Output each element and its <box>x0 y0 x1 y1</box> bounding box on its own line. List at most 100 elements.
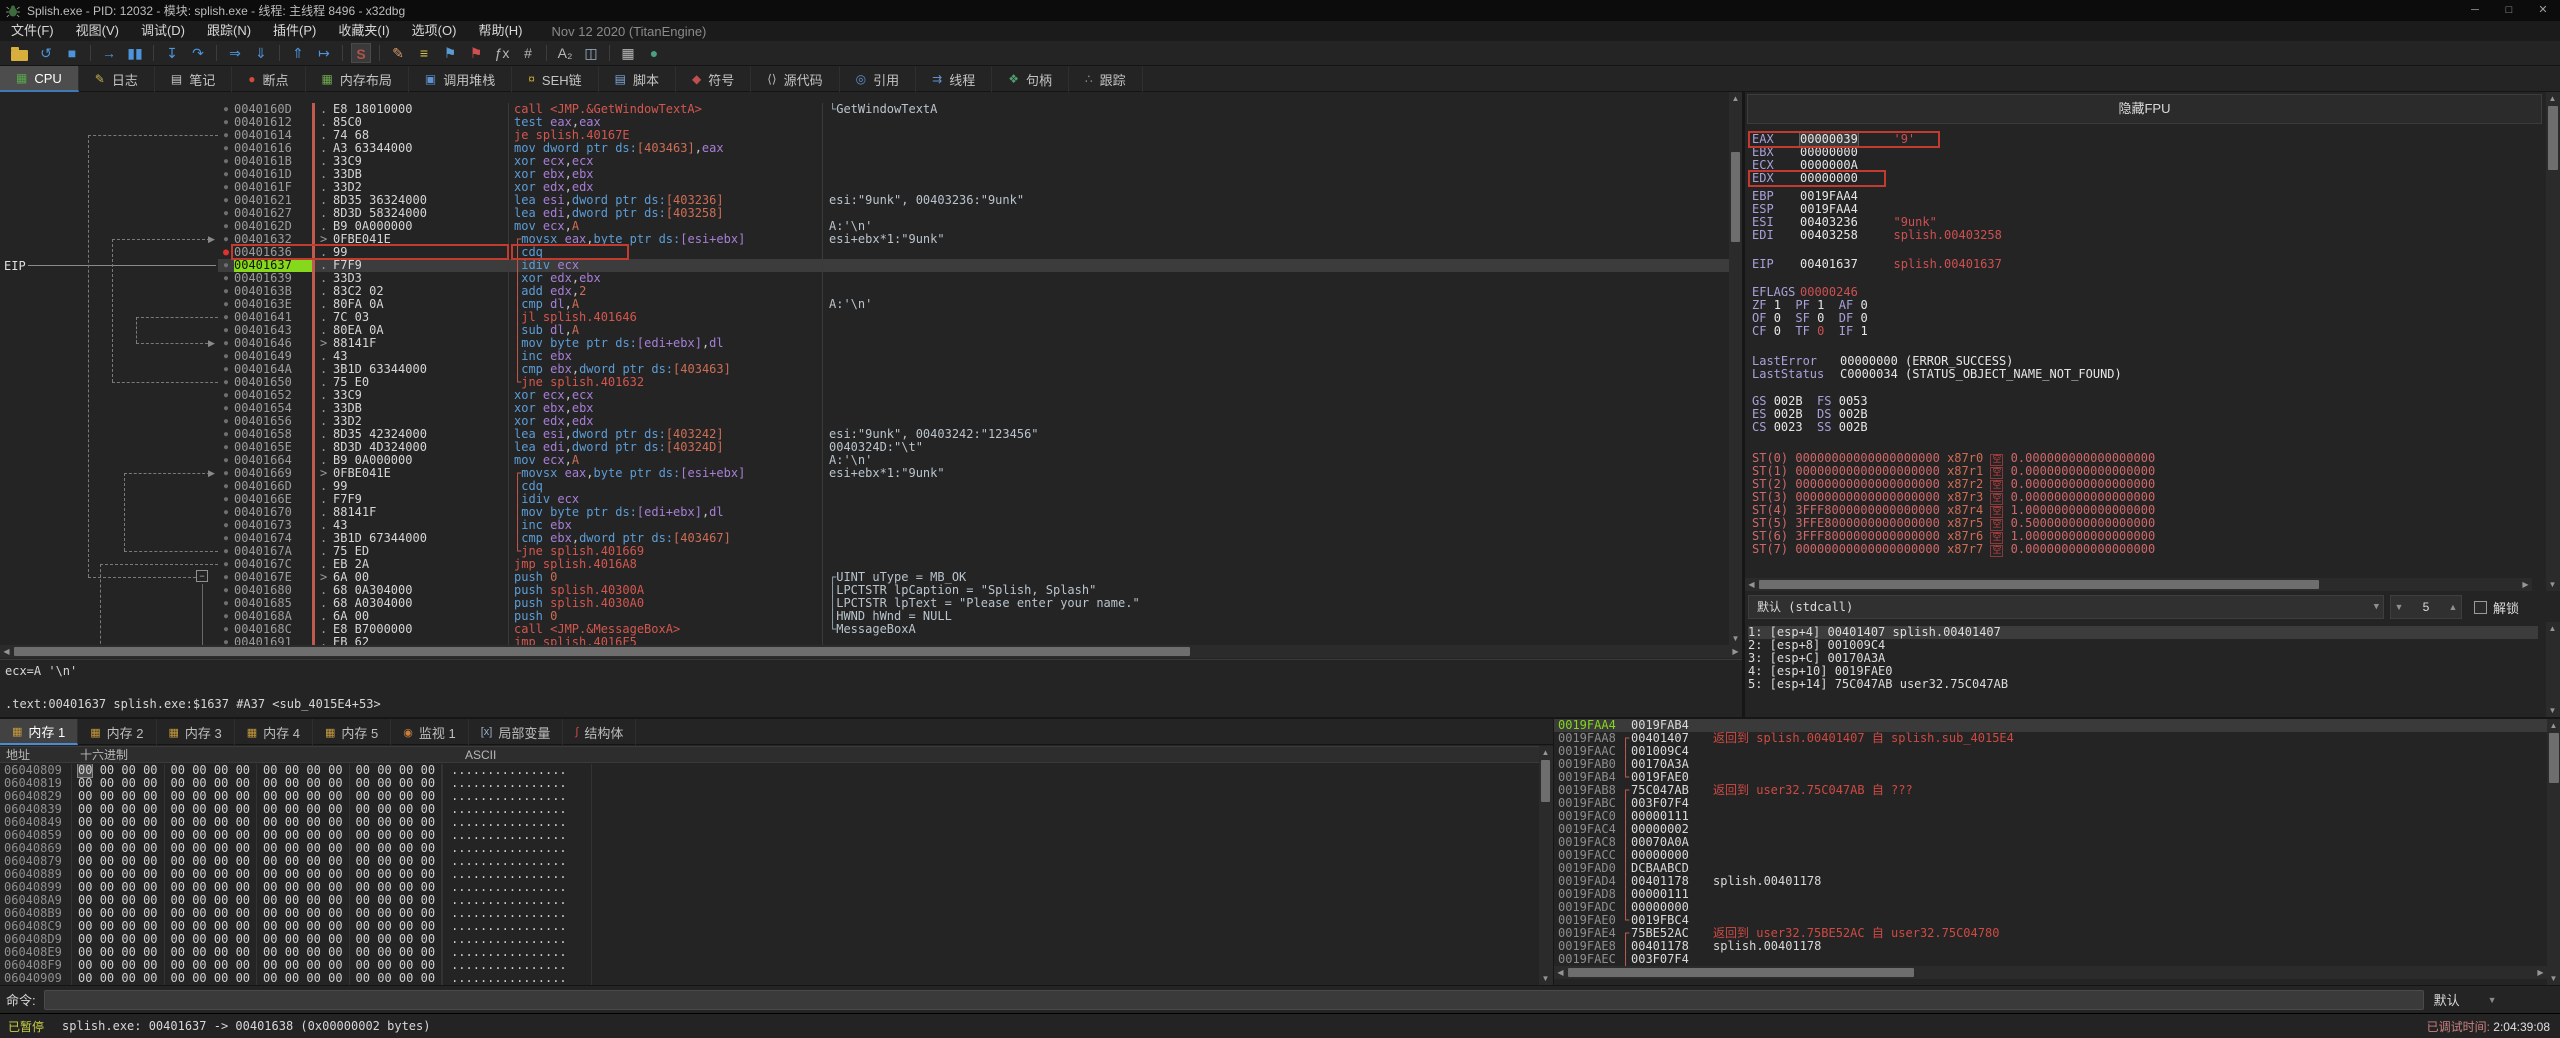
scroll-thumb[interactable] <box>1568 968 1914 977</box>
dump-byte[interactable]: 00 <box>143 841 157 855</box>
dump-byte[interactable]: 00 <box>421 880 435 894</box>
dump-byte[interactable]: 00 <box>121 854 135 868</box>
dump-byte[interactable]: 00 <box>236 919 250 933</box>
dump-byte[interactable]: 00 <box>399 841 413 855</box>
dump-byte[interactable]: 00 <box>121 828 135 842</box>
dump-byte[interactable]: 00 <box>192 815 206 829</box>
stack-row[interactable]: 0019FAA8┌00401407返回到 splish.00401407 自 s… <box>1554 732 2547 745</box>
patch-icon[interactable]: ✎ <box>385 43 411 63</box>
dump-byte[interactable]: 00 <box>306 789 320 803</box>
register-row[interactable]: EIP00401637 splish.00401637 <box>1752 258 2532 271</box>
bookmark-icon[interactable]: ⚑ <box>463 43 489 63</box>
disassembly-vscrollbar[interactable]: ▲ ▼ <box>1729 92 1742 645</box>
register-value[interactable]: 0019FAA4 <box>1800 202 1858 216</box>
disassembly-row[interactable]: ●0040167A.75 ED└jne splish.401669 <box>218 545 1742 558</box>
segment-row[interactable]: CS 0023 SS 002B <box>1752 421 2532 434</box>
dump-byte[interactable]: 00 <box>263 815 277 829</box>
dump-byte[interactable]: 00 <box>285 906 299 920</box>
dump-byte[interactable]: 00 <box>356 802 370 816</box>
dump-byte[interactable]: 00 <box>328 854 342 868</box>
row-dot[interactable]: ● <box>218 116 234 129</box>
register-value[interactable]: 0019FAA4 <box>1800 189 1858 203</box>
dump-byte[interactable]: 00 <box>377 971 391 985</box>
dump-byte[interactable]: 00 <box>78 802 92 816</box>
dump-byte[interactable]: 00 <box>100 971 114 985</box>
disassembly-row[interactable]: ●0040168C.E8 B7000000call <JMP.&MessageB… <box>218 623 1742 636</box>
scroll-right-button[interactable]: ▶ <box>2519 578 2532 591</box>
tab-内存布局[interactable]: ▦内存布局 <box>306 66 409 92</box>
scroll-up-button[interactable]: ▲ <box>2546 622 2559 635</box>
dump-byte[interactable]: 00 <box>171 880 185 894</box>
dump-byte[interactable]: 00 <box>377 776 391 790</box>
dump-byte[interactable]: 00 <box>328 880 342 894</box>
row-dot[interactable]: ● <box>218 415 234 428</box>
dump-byte[interactable]: 00 <box>421 893 435 907</box>
disassembly-row[interactable]: ●00401654.33DBxor ebx,ebx <box>218 402 1742 415</box>
dump-byte[interactable]: 00 <box>143 945 157 959</box>
dump-byte[interactable]: 00 <box>306 919 320 933</box>
dump-byte[interactable]: 00 <box>78 971 92 985</box>
stack-row[interactable]: 0019FAE4┌75BE52AC返回到 user32.75BE52AC 自 u… <box>1554 927 2547 940</box>
unlock-checkbox-group[interactable]: 解锁 <box>2474 598 2519 617</box>
disassembly-row[interactable]: ●0040166D.99│cdq <box>218 480 1742 493</box>
command-script-type-select[interactable]: 默认▼ <box>2434 990 2497 1009</box>
maximize-button[interactable]: □ <box>2492 0 2526 21</box>
dump-byte[interactable]: 00 <box>171 841 185 855</box>
dump-byte[interactable]: 00 <box>399 854 413 868</box>
row-dot[interactable]: ● <box>218 337 234 350</box>
dump-byte[interactable]: 00 <box>100 776 114 790</box>
flag-value[interactable]: 1 <box>1817 298 1839 312</box>
scroll-thumb[interactable] <box>1759 580 2319 589</box>
dump-byte[interactable]: 00 <box>356 776 370 790</box>
disassembly-row[interactable]: ●0040168A.6A 00push 0│HWND hWnd = NULL <box>218 610 1742 623</box>
dump-byte[interactable]: 00 <box>78 893 92 907</box>
dump-byte[interactable]: 00 <box>421 802 435 816</box>
dump-byte[interactable]: 00 <box>421 867 435 881</box>
dump-byte[interactable]: 00 <box>285 854 299 868</box>
function-fold-toggle[interactable]: − <box>196 570 208 582</box>
dump-byte[interactable]: 00 <box>356 867 370 881</box>
dump-byte[interactable]: 00 <box>143 919 157 933</box>
dump-byte[interactable]: 00 <box>236 867 250 881</box>
flag-value[interactable]: 0 <box>1860 311 1882 325</box>
stack-vscrollbar[interactable]: ▲ ▼ <box>2547 719 2560 985</box>
dump-byte[interactable]: 00 <box>171 789 185 803</box>
dump-byte[interactable]: 00 <box>236 932 250 946</box>
dump-byte[interactable]: 00 <box>100 893 114 907</box>
dump-byte[interactable]: 00 <box>100 802 114 816</box>
registers-panel[interactable]: 隐藏FPU EAX00000039 '9'EBX00000000ECX00000… <box>1745 92 2546 717</box>
row-dot[interactable]: ● <box>218 272 234 285</box>
dump-byte[interactable]: 00 <box>306 867 320 881</box>
run-to-user-code-icon[interactable]: ⇑ <box>285 43 311 63</box>
run-until-return-icon[interactable]: ⇒ <box>222 43 248 63</box>
stack-panel[interactable]: 0019FAA40019FAB40019FAA8┌00401407返回到 spl… <box>1553 719 2560 985</box>
dump-byte[interactable]: 00 <box>399 971 413 985</box>
dump-byte[interactable]: 00 <box>192 958 206 972</box>
dump-byte[interactable]: 00 <box>192 776 206 790</box>
dump-byte[interactable]: 00 <box>285 958 299 972</box>
register-row[interactable]: ESI00403236 "9unk" <box>1752 216 2532 229</box>
dump-byte[interactable]: 00 <box>192 802 206 816</box>
dump-byte[interactable]: 00 <box>78 854 92 868</box>
dump-byte[interactable]: 00 <box>78 919 92 933</box>
tab-符号[interactable]: ◆符号 <box>676 66 751 92</box>
dump-byte[interactable]: 00 <box>214 906 228 920</box>
dump-byte[interactable]: 00 <box>121 893 135 907</box>
row-dot[interactable]: ● <box>218 376 234 389</box>
trace-icon[interactable]: S <box>351 43 371 63</box>
dump-byte[interactable]: 00 <box>421 828 435 842</box>
dump-byte[interactable]: 00 <box>100 945 114 959</box>
stack-row[interactable]: 0019FAE8│00401178splish.00401178 <box>1554 940 2547 953</box>
dump-byte[interactable]: 00 <box>192 854 206 868</box>
row-dot[interactable]: ● <box>218 428 234 441</box>
scroll-thumb[interactable] <box>1541 760 1550 802</box>
dump-byte[interactable]: 00 <box>356 945 370 959</box>
dump-tab-内存-3[interactable]: ▦内存 3 <box>157 719 235 745</box>
dump-tab-局部变量[interactable]: [x]局部变量 <box>469 719 564 745</box>
dump-byte[interactable]: 00 <box>214 932 228 946</box>
dump-byte[interactable]: 00 <box>171 802 185 816</box>
close-button[interactable]: ✕ <box>2526 0 2560 21</box>
dump-byte[interactable]: 00 <box>377 867 391 881</box>
hide-fpu-button[interactable]: 隐藏FPU <box>1747 94 2542 124</box>
scroll-right-button[interactable]: ▶ <box>1729 645 1742 658</box>
